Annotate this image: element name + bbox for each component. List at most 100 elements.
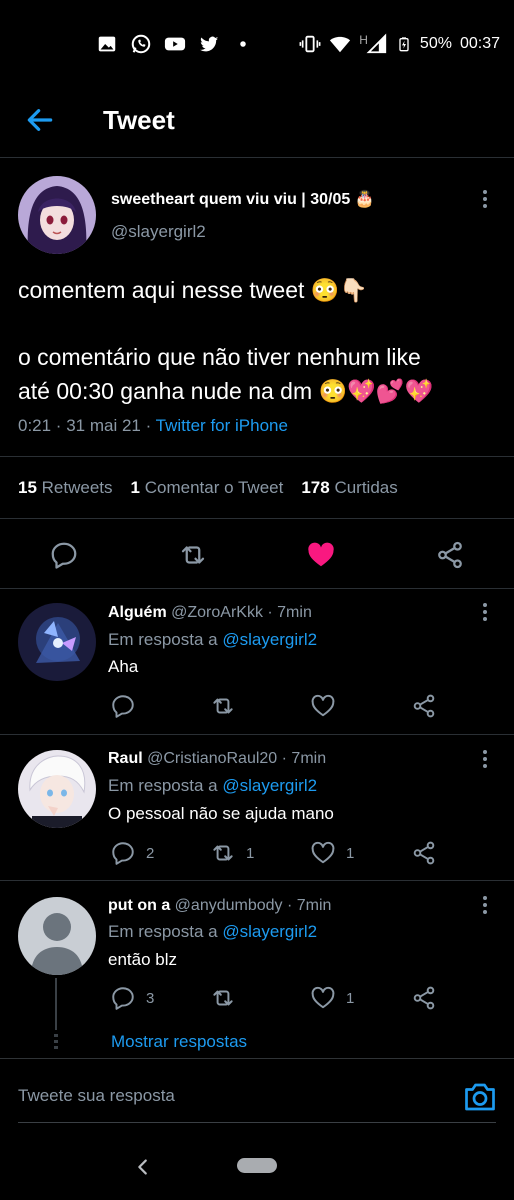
reply-count: 2 — [146, 844, 155, 862]
like-action[interactable] — [310, 693, 346, 719]
reply-context: Em resposta a @slayergirl2 — [108, 630, 317, 650]
twitter-icon — [199, 36, 219, 52]
retweet-icon[interactable] — [178, 540, 208, 570]
reply-to-link[interactable]: @slayergirl2 — [222, 922, 317, 941]
page-title: Tweet — [103, 105, 175, 135]
more-options-icon[interactable] — [473, 600, 497, 624]
retweet-action[interactable]: 1 — [210, 840, 254, 866]
gallery-icon — [98, 36, 116, 52]
reply-icon[interactable] — [49, 540, 79, 570]
like-action[interactable]: 1 — [310, 985, 354, 1011]
reply-author: Alguém @ZoroArKkk · 7min — [108, 604, 312, 622]
reply-compose-input[interactable]: Tweete sua resposta — [18, 1086, 175, 1106]
likes-label: Curtidas — [334, 478, 398, 497]
clock: 00:37 — [459, 35, 500, 52]
back-arrow-icon[interactable] — [24, 104, 56, 136]
reply-action[interactable] — [110, 693, 146, 719]
home-pill[interactable] — [237, 1158, 277, 1173]
tweet-source-link[interactable]: Twitter for iPhone — [156, 416, 288, 435]
divider — [0, 456, 514, 457]
tweet-text-line: até 00:30 ganha nude na dm 😳💖💕💖 — [18, 378, 434, 404]
reply-handle-time: @CristianoRaul20 · 7min — [147, 750, 327, 767]
reply-icon — [112, 842, 134, 865]
like-icon — [311, 841, 335, 864]
tweet-timestamp: 0:21 · 31 mai 21 · — [18, 416, 156, 435]
avatar[interactable] — [18, 897, 96, 975]
battery-percent: 50% — [419, 35, 452, 52]
wifi-icon — [330, 36, 351, 53]
like-icon — [311, 694, 335, 717]
author-handle[interactable]: @slayergirl2 — [111, 222, 206, 242]
share-icon[interactable] — [435, 540, 465, 570]
thread-line — [55, 978, 57, 1030]
reply-action[interactable]: 2 — [110, 840, 154, 866]
camera-icon[interactable] — [462, 1079, 498, 1115]
more-options-icon[interactable] — [473, 187, 497, 211]
compose-underline — [18, 1122, 496, 1123]
divider — [0, 157, 514, 158]
like-filled-icon[interactable] — [306, 540, 336, 570]
reply-to-link[interactable]: @slayergirl2 — [222, 776, 317, 795]
battery-icon — [399, 37, 409, 52]
retweet-action[interactable] — [210, 693, 246, 719]
show-replies-link[interactable]: Mostrar respostas — [111, 1032, 247, 1052]
like-icon — [311, 986, 335, 1009]
like-count: 1 — [346, 844, 355, 862]
reply-author-name[interactable]: Alguém — [108, 604, 167, 621]
reply-prefix: Em resposta a — [108, 922, 223, 941]
avatar[interactable] — [18, 750, 96, 828]
vibrate-icon — [299, 35, 321, 53]
status-bar: H 50% 00:37 — [0, 0, 514, 90]
divider — [0, 880, 514, 881]
retweets-count: 15 — [18, 478, 37, 497]
retweet-action[interactable] — [210, 985, 246, 1011]
author-name[interactable]: sweetheart quem viu viu | 30/05 🎂 — [111, 189, 375, 209]
share-icon[interactable] — [411, 693, 437, 719]
cell-signal-icon — [366, 33, 387, 54]
share-icon[interactable] — [411, 985, 437, 1011]
reply-handle-time: @ZoroArKkk · 7min — [171, 604, 312, 621]
tweet-text-line: comentem aqui nesse tweet 😳👇🏻 — [18, 277, 369, 303]
like-count: 1 — [346, 989, 355, 1007]
retweet-icon — [213, 990, 233, 1006]
whatsapp-icon — [131, 34, 151, 54]
retweet-icon — [213, 845, 233, 861]
reply-count: 3 — [146, 989, 155, 1007]
divider — [0, 518, 514, 519]
tweet-stats: 15 Retweets 1 Comentar o Tweet 178 Curti… — [18, 478, 398, 498]
divider — [0, 734, 514, 735]
system-status: H 50% 00:37 — [299, 33, 500, 55]
share-icon[interactable] — [411, 840, 437, 866]
retweet-icon — [213, 698, 233, 714]
reply-to-link[interactable]: @slayergirl2 — [222, 630, 317, 649]
tweet-text-line: o comentário que não tiver nenhum like — [18, 344, 421, 370]
more-options-icon[interactable] — [473, 747, 497, 771]
divider — [0, 588, 514, 589]
youtube-icon — [164, 37, 186, 51]
divider — [0, 1058, 514, 1059]
reply-prefix: Em resposta a — [108, 630, 223, 649]
retweets-stat[interactable]: 15 Retweets — [18, 478, 113, 498]
reply-icon — [112, 987, 134, 1010]
more-options-icon[interactable] — [473, 893, 497, 917]
like-action[interactable]: 1 — [310, 840, 354, 866]
quotes-label: Comentar o Tweet — [144, 478, 284, 497]
avatar[interactable] — [18, 603, 96, 681]
avatar[interactable] — [18, 176, 96, 254]
dot-icon — [240, 41, 246, 47]
reply-text: Aha — [108, 657, 139, 676]
reply-icon — [112, 695, 134, 718]
quotes-stat[interactable]: 1 Comentar o Tweet — [131, 478, 284, 498]
nav-back-icon[interactable] — [132, 1156, 154, 1178]
tweet-meta: 0:21 · 31 mai 21 · Twitter for iPhone — [18, 416, 288, 436]
reply-handle-time: @anydumbody · 7min — [174, 897, 332, 914]
retweet-count: 1 — [246, 844, 255, 862]
thread-dots — [54, 1034, 58, 1050]
reply-author-name[interactable]: Raul — [108, 750, 143, 767]
reply-author-name[interactable]: put on a — [108, 897, 170, 914]
reply-author: Raul @CristianoRaul20 · 7min — [108, 750, 326, 768]
reply-author: put on a @anydumbody · 7min — [108, 897, 331, 915]
retweets-label: Retweets — [41, 478, 113, 497]
likes-stat[interactable]: 178 Curtidas — [301, 478, 397, 498]
reply-action[interactable]: 3 — [110, 985, 154, 1011]
